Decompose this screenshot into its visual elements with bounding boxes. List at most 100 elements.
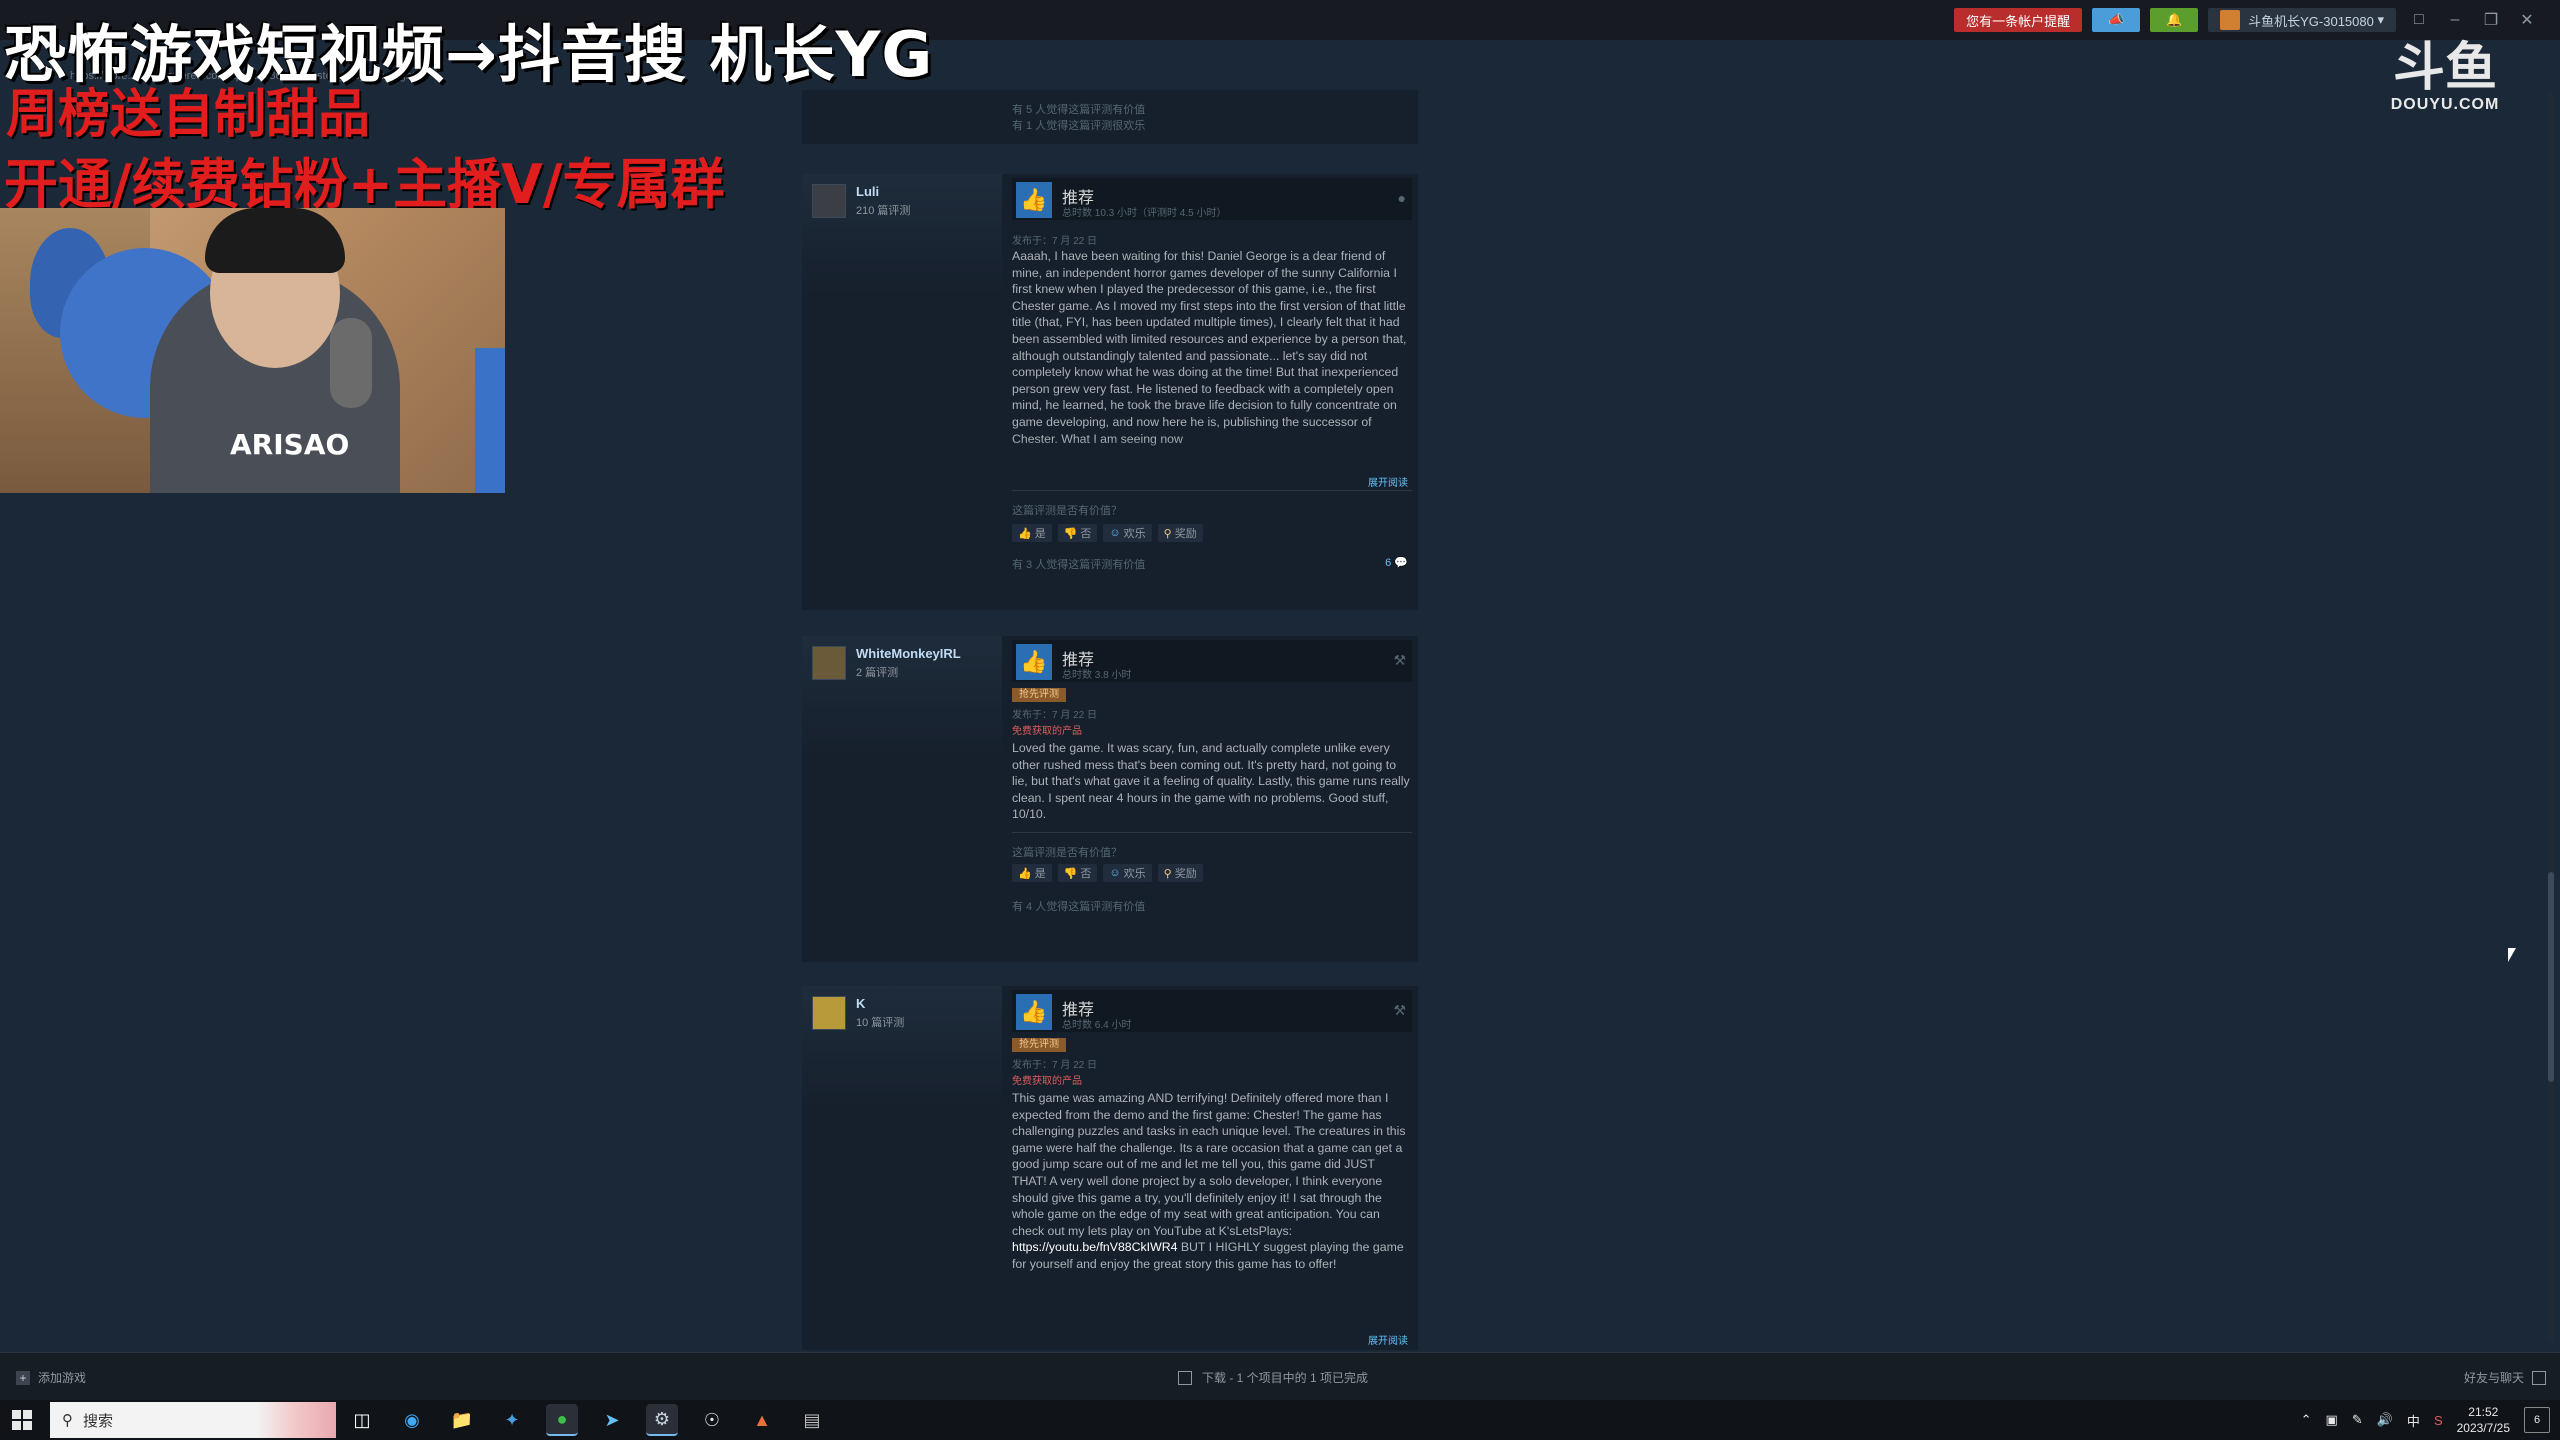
read-more-link[interactable]: 展开阅读 xyxy=(1368,474,1408,489)
minimize-icon[interactable]: – xyxy=(2442,8,2468,32)
steam-footer-bar: + 添加游戏 下载 - 1 个项目中的 1 项已完成 好友与聊天 xyxy=(0,1352,2560,1400)
pen-icon[interactable]: ✎ xyxy=(2352,1412,2363,1428)
notification-bell-icon[interactable]: 🔔 xyxy=(2150,8,2199,32)
chevron-down-icon: ▾ xyxy=(2373,12,2384,27)
app-window-icon[interactable]: ▤ xyxy=(796,1404,828,1436)
reviewer-review-count[interactable]: 10 篇评测 xyxy=(856,1014,904,1030)
chevron-up-icon[interactable]: ⌃ xyxy=(2301,1412,2312,1428)
comment-count[interactable]: 6 💬 xyxy=(1385,556,1408,569)
funny-count: 有 1 人觉得这篇评测很欢乐 xyxy=(1012,120,1146,132)
read-more-link[interactable]: 展开阅读 xyxy=(1368,1332,1408,1347)
obs-icon[interactable]: ☉ xyxy=(696,1404,728,1436)
douyu-app-icon[interactable]: ▲ xyxy=(746,1404,778,1436)
title-bar-actions: 您有一条帐户提醒 📣 🔔 斗鱼机长YG-3015080 ▾ □ – ❐ ✕ xyxy=(1954,8,2540,32)
clock[interactable]: 21:52 2023/7/25 xyxy=(2457,1404,2510,1436)
vote-funny-button[interactable]: ☺ 欢乐 xyxy=(1103,524,1152,542)
vote-yes-label: 是 xyxy=(1034,528,1046,540)
account-notice-button[interactable]: 您有一条帐户提醒 xyxy=(1954,8,2083,32)
review-header: 👍 推荐 总时数 6.4 小时 ⚒ xyxy=(1012,990,1412,1032)
taskbar-apps: ◫ ◉ 📁 ✦ ● ➤ ⚙ ☉ ▲ ▤ xyxy=(346,1404,828,1436)
reviewer-review-count[interactable]: 2 篇评测 xyxy=(856,664,898,680)
download-status[interactable]: 下载 - 1 个项目中的 1 项已完成 xyxy=(1178,1369,1368,1386)
friends-icon xyxy=(2532,1370,2546,1385)
search-icon: ⚲ xyxy=(62,1412,73,1429)
file-explorer-icon[interactable]: 📁 xyxy=(446,1404,478,1436)
add-game-label: 添加游戏 xyxy=(38,1371,87,1385)
youtube-link[interactable]: https://youtu.be/fnV88CkIWR4 xyxy=(1012,1240,1177,1254)
stream-overlay-promo: 周榜送自制甜品 xyxy=(6,85,371,145)
comment-count-value: 6 xyxy=(1385,557,1392,569)
posted-date: 发布于：7 月 22 日 xyxy=(1012,1060,1098,1071)
vote-yes-button[interactable]: 👍 是 xyxy=(1012,864,1052,882)
scrollbar-thumb[interactable] xyxy=(2548,872,2554,1082)
big-picture-icon[interactable]: □ xyxy=(2406,8,2432,32)
friends-chat-button[interactable]: 好友与聊天 xyxy=(2464,1369,2546,1386)
account-menu[interactable]: 斗鱼机长YG-3015080 ▾ xyxy=(2208,8,2396,32)
playtime: 总时数 6.4 小时 xyxy=(1062,1020,1132,1031)
vote-buttons: 👍 是 👎 否 ☺ 欢乐 ⚲ 奖励 xyxy=(1012,864,1203,882)
reviewer-review-count[interactable]: 210 篇评测 xyxy=(856,202,910,218)
close-icon[interactable]: ✕ xyxy=(2514,8,2540,32)
free-product-label: 免费获取的产品 xyxy=(1012,1076,1082,1087)
feishu-icon[interactable]: ✦ xyxy=(496,1404,528,1436)
review-card: K 10 篇评测 👍 推荐 总时数 6.4 小时 ⚒ 抢先评测 发布于：7 月 … xyxy=(802,986,1418,1350)
windows-start-icon[interactable] xyxy=(12,1410,32,1430)
award-label: 奖励 xyxy=(1174,528,1197,540)
search-placeholder: 搜索 xyxy=(83,1412,114,1430)
avatar[interactable] xyxy=(812,184,846,218)
ime-indicator[interactable]: 中 xyxy=(2407,1411,2420,1430)
maximize-icon[interactable]: ❐ xyxy=(2478,8,2504,32)
reviewer-name[interactable]: Luli xyxy=(856,184,879,199)
add-game-button[interactable]: + 添加游戏 xyxy=(16,1369,86,1386)
posted-date: 发布于：7 月 22 日 xyxy=(1012,236,1098,247)
vote-funny-label: 欢乐 xyxy=(1123,528,1146,540)
vote-buttons: 👍 是 👎 否 ☺ 欢乐 ⚲ 奖励 xyxy=(1012,524,1203,542)
helpful-count: 有 4 人觉得这篇评测有价值 xyxy=(1012,901,1146,913)
divider xyxy=(1012,832,1412,833)
task-view-icon[interactable]: ◫ xyxy=(346,1404,378,1436)
comment-icon: 💬 xyxy=(1394,557,1408,569)
text-fade xyxy=(1012,438,1412,468)
thumbs-up-icon: 👍 xyxy=(1016,994,1052,1030)
wechat-icon[interactable]: ● xyxy=(546,1404,578,1436)
review-header: 👍 推荐 总时数 10.3 小时（评测时 4.5 小时） ● xyxy=(1012,178,1412,220)
download-icon xyxy=(1178,1370,1192,1385)
steam-icon[interactable]: ⚙ xyxy=(646,1404,678,1436)
thumbs-up-icon: 👍 xyxy=(1018,867,1032,880)
avatar[interactable] xyxy=(812,646,846,680)
clock-date: 2023/7/25 xyxy=(2456,1421,2510,1435)
vote-no-button[interactable]: 👎 否 xyxy=(1057,864,1098,882)
vote-no-button[interactable]: 👎 否 xyxy=(1057,524,1098,542)
search-highlight-image xyxy=(256,1402,336,1438)
helpful-count: 有 3 人觉得这篇评测有价值 xyxy=(1012,559,1146,571)
reviewer-name[interactable]: WhiteMonkeyIRL xyxy=(856,646,961,661)
reviewer-name[interactable]: K xyxy=(856,996,865,1011)
review-text: Aaaah, I have been waiting for this! Dan… xyxy=(1012,249,1407,446)
wrench-icon: ⚒ xyxy=(1393,652,1406,668)
notification-count: 6 xyxy=(2533,1414,2541,1426)
award-button[interactable]: ⚲ 奖励 xyxy=(1157,524,1203,542)
volume-icon[interactable]: 🔊 xyxy=(2377,1412,2393,1428)
page-scrollbar[interactable] xyxy=(2548,92,2554,1342)
smile-icon: ☺ xyxy=(1109,867,1121,879)
edge-browser-icon[interactable]: ◉ xyxy=(396,1404,428,1436)
thumbs-up-icon: 👍 xyxy=(1016,182,1052,218)
mouse-cursor-icon xyxy=(2508,948,2516,962)
taskbar-search-box[interactable]: ⚲ 搜索 xyxy=(50,1402,336,1438)
vote-yes-button[interactable]: 👍 是 xyxy=(1012,524,1052,542)
reviewer-panel: WhiteMonkeyIRL 2 篇评测 xyxy=(802,636,1002,962)
playtime: 总时数 10.3 小时（评测时 4.5 小时） xyxy=(1062,208,1227,219)
notification-center-icon[interactable]: 6 xyxy=(2524,1407,2550,1433)
network-icon[interactable]: ▣ xyxy=(2326,1412,2338,1428)
webcam-hair xyxy=(205,208,345,273)
streaming-app-icon[interactable]: ➤ xyxy=(596,1404,628,1436)
avatar[interactable] xyxy=(812,996,846,1030)
douyu-logo-mark: 斗鱼 xyxy=(2392,38,2497,98)
microphone-icon xyxy=(330,318,372,408)
antivirus-icon[interactable]: S xyxy=(2434,1413,2443,1428)
broadcast-icon[interactable]: 📣 xyxy=(2092,8,2141,32)
award-icon: ⚲ xyxy=(1163,867,1172,880)
award-button[interactable]: ⚲ 奖励 xyxy=(1157,864,1203,882)
avatar xyxy=(2220,10,2241,30)
vote-funny-button[interactable]: ☺ 欢乐 xyxy=(1103,864,1152,882)
